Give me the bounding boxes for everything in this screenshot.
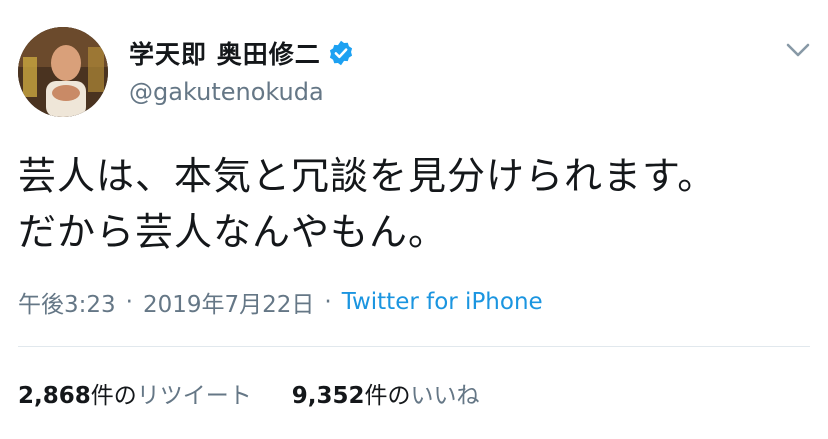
tweet-meta: 午後3:23 · 2019年7月22日 · Twitter for iPhone [18, 285, 543, 319]
retweet-count: 2,868 [18, 383, 91, 409]
like-label: いいね [410, 383, 480, 409]
tweet-text-line: だから芸人なんやもん。 [18, 210, 448, 254]
tweet-text: 芸人は、本気と冗談を見分けられます。 だから芸人なんやもん。 [18, 148, 798, 260]
avatar-image [18, 27, 108, 117]
user-name-row[interactable]: 学天即 奥田修二 [129, 36, 355, 70]
chevron-down-icon[interactable] [784, 38, 812, 62]
verified-badge-icon [327, 39, 355, 67]
meta-separator: · [324, 289, 332, 315]
tweet-time[interactable]: 午後3:23 [18, 285, 116, 319]
divider [18, 346, 810, 347]
retweet-count-link[interactable]: 2,868 件の リツイート [18, 376, 252, 410]
like-unit: 件の [364, 383, 411, 409]
tweet-text-line: 芸人は、本気と冗談を見分けられます。 [18, 154, 717, 198]
like-count-link[interactable]: 9,352 件の いいね [292, 376, 480, 410]
meta-separator: · [125, 289, 133, 315]
avatar[interactable] [18, 27, 108, 117]
like-count: 9,352 [291, 383, 365, 409]
retweet-unit: 件の [90, 383, 137, 409]
tweet-date[interactable]: 2019年7月22日 [143, 285, 314, 319]
retweet-label: リツイート [136, 383, 252, 409]
user-handle[interactable]: @gakutenokuda [129, 78, 324, 106]
tweet-source-link[interactable]: Twitter for iPhone [342, 289, 543, 315]
tweet-stats: 2,868 件の リツイート 9,352 件の いいね [18, 376, 480, 410]
tweet-card: 学天即 奥田修二 @gakutenokuda 芸人は、本気と冗談を見分けられます… [0, 0, 828, 439]
display-name[interactable]: 学天即 奥田修二 [129, 35, 321, 71]
